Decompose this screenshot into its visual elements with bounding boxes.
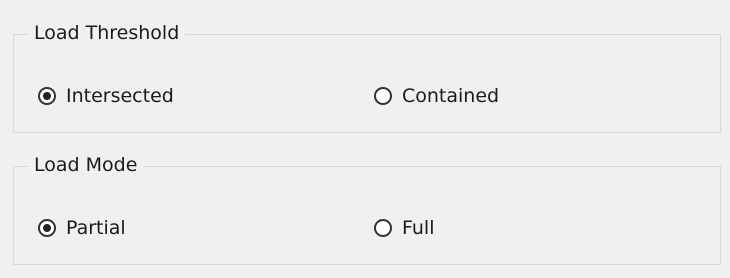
- radio-contained[interactable]: Contained: [374, 84, 499, 108]
- settings-panel: Load Threshold Intersected Contained Loa…: [0, 0, 730, 278]
- radio-button-icon[interactable]: [38, 87, 56, 105]
- load-mode-title: Load Mode: [28, 152, 144, 178]
- radio-button-icon[interactable]: [374, 219, 392, 237]
- radio-intersected-label: Intersected: [66, 85, 174, 107]
- radio-partial[interactable]: Partial: [38, 216, 126, 240]
- load-threshold-group: Load Threshold Intersected Contained: [13, 20, 721, 133]
- radio-full[interactable]: Full: [374, 216, 435, 240]
- load-threshold-title: Load Threshold: [28, 20, 186, 46]
- radio-full-label: Full: [402, 217, 435, 239]
- radio-partial-label: Partial: [66, 217, 126, 239]
- radio-button-icon[interactable]: [374, 87, 392, 105]
- radio-contained-label: Contained: [402, 85, 500, 107]
- load-mode-group: Load Mode Partial Full: [13, 152, 721, 265]
- radio-intersected[interactable]: Intersected: [38, 84, 174, 108]
- radio-button-icon[interactable]: [38, 219, 56, 237]
